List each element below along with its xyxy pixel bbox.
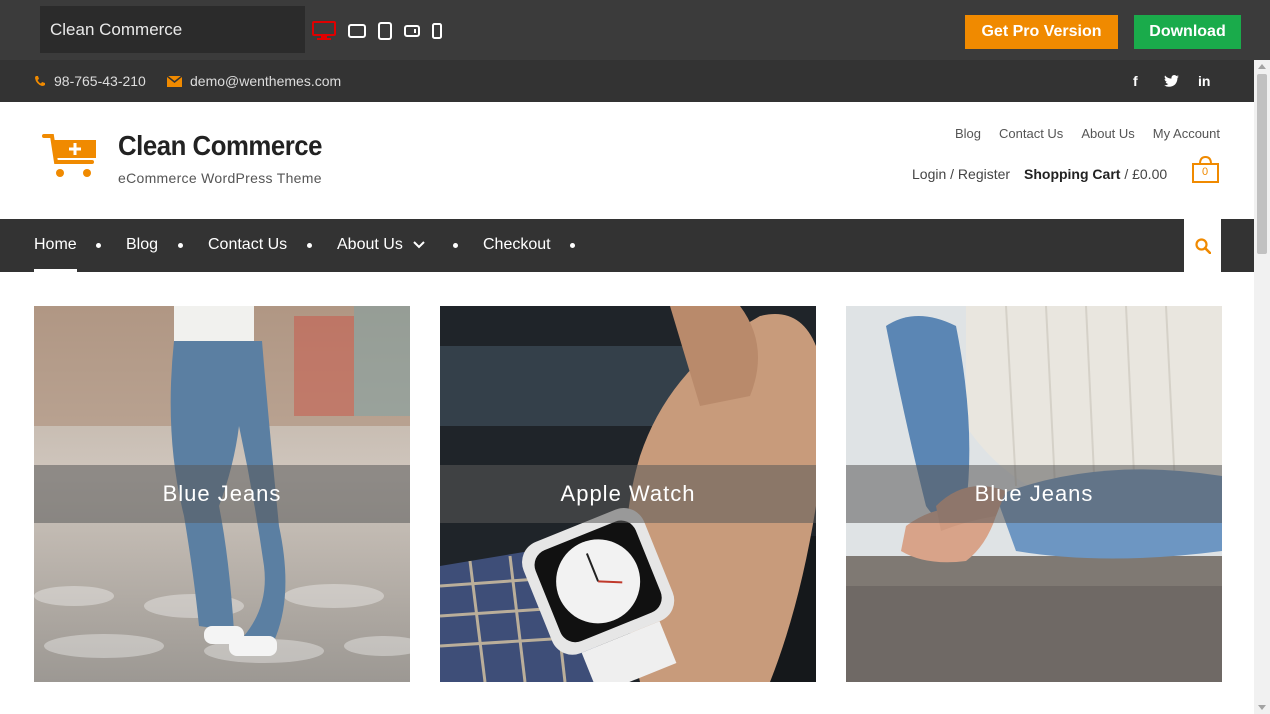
vertical-scrollbar[interactable] [1254, 60, 1270, 714]
shopping-cart-label: Shopping Cart [1024, 166, 1121, 182]
cart-count: 0 [1201, 166, 1209, 178]
scroll-up-arrow-icon[interactable] [1258, 64, 1266, 69]
nav-separator [178, 243, 183, 248]
cart-total: £0.00 [1132, 166, 1168, 182]
nav-item-about-us[interactable]: About Us [337, 219, 425, 272]
cart-bag-icon[interactable]: 0 [1191, 155, 1221, 185]
nav-item-contact-us[interactable]: Contact Us [208, 219, 287, 272]
linkedin-icon[interactable]: in [1198, 60, 1210, 102]
demo-bar: Clean Commerce Get Pro Version Download [0, 0, 1270, 60]
search-icon [1194, 237, 1211, 254]
nav-separator [453, 243, 458, 248]
product-label: Blue Jeans [846, 465, 1222, 523]
desktop-icon[interactable] [312, 20, 336, 42]
login-register-link[interactable]: Login / Register [912, 162, 1010, 186]
mobile-icon[interactable] [432, 23, 442, 39]
phone-number: 98-765-43-210 [54, 73, 146, 89]
site-preview: 98-765-43-210 demo@wenthemes.com f in Cl… [0, 60, 1254, 714]
shopping-cart-logo-icon[interactable] [42, 132, 100, 187]
nav-separator [96, 243, 101, 248]
download-button[interactable]: Download [1134, 15, 1241, 49]
nav-item-home[interactable]: Home [34, 219, 77, 272]
top-link-contact-us[interactable]: Contact Us [999, 126, 1063, 141]
nav-separator [307, 243, 312, 248]
theme-select[interactable]: Clean Commerce [40, 6, 305, 53]
product-card-blue-jeans[interactable]: Blue Jeans [846, 306, 1222, 682]
site-header: Clean Commerce eCommerce WordPress Theme… [0, 102, 1254, 219]
email-contact: demo@wenthemes.com [167, 60, 341, 102]
nav-item-checkout[interactable]: Checkout [483, 219, 551, 272]
site-tagline: eCommerce WordPress Theme [118, 170, 322, 186]
main-navigation: Home Blog Contact Us About Us Checkout [0, 219, 1254, 272]
email-address: demo@wenthemes.com [190, 73, 342, 89]
laptop-icon[interactable] [348, 23, 366, 39]
facebook-icon[interactable]: f [1133, 60, 1138, 102]
top-link-blog[interactable]: Blog [955, 126, 981, 141]
site-title[interactable]: Clean Commerce [118, 130, 322, 162]
cart-separator: / [1120, 166, 1133, 182]
header-top-links: Blog Contact Us About Us My Account [937, 126, 1220, 141]
chevron-down-icon [413, 241, 425, 249]
product-label: Apple Watch [440, 465, 816, 523]
scrollbar-thumb[interactable] [1257, 74, 1267, 254]
top-link-my-account[interactable]: My Account [1153, 126, 1220, 141]
top-bar: 98-765-43-210 demo@wenthemes.com f in [0, 60, 1254, 102]
phone-icon [34, 75, 46, 87]
search-button[interactable] [1184, 219, 1221, 272]
shopping-cart-summary[interactable]: Shopping Cart / £0.00 [1024, 162, 1167, 186]
tablet-icon[interactable] [378, 22, 392, 40]
tablet-landscape-icon[interactable] [404, 25, 420, 37]
device-switcher [312, 19, 454, 43]
nav-item-blog[interactable]: Blog [126, 219, 158, 272]
twitter-icon[interactable] [1164, 60, 1179, 102]
envelope-icon [167, 75, 182, 87]
product-label: Blue Jeans [34, 465, 410, 523]
phone-contact: 98-765-43-210 [34, 60, 146, 102]
product-card-blue-jeans[interactable]: Blue Jeans [34, 306, 410, 682]
get-pro-button[interactable]: Get Pro Version [965, 15, 1118, 49]
scroll-down-arrow-icon[interactable] [1258, 705, 1266, 710]
product-card-apple-watch[interactable]: Apple Watch [440, 306, 816, 682]
top-link-about-us[interactable]: About Us [1081, 126, 1134, 141]
nav-separator [570, 243, 575, 248]
